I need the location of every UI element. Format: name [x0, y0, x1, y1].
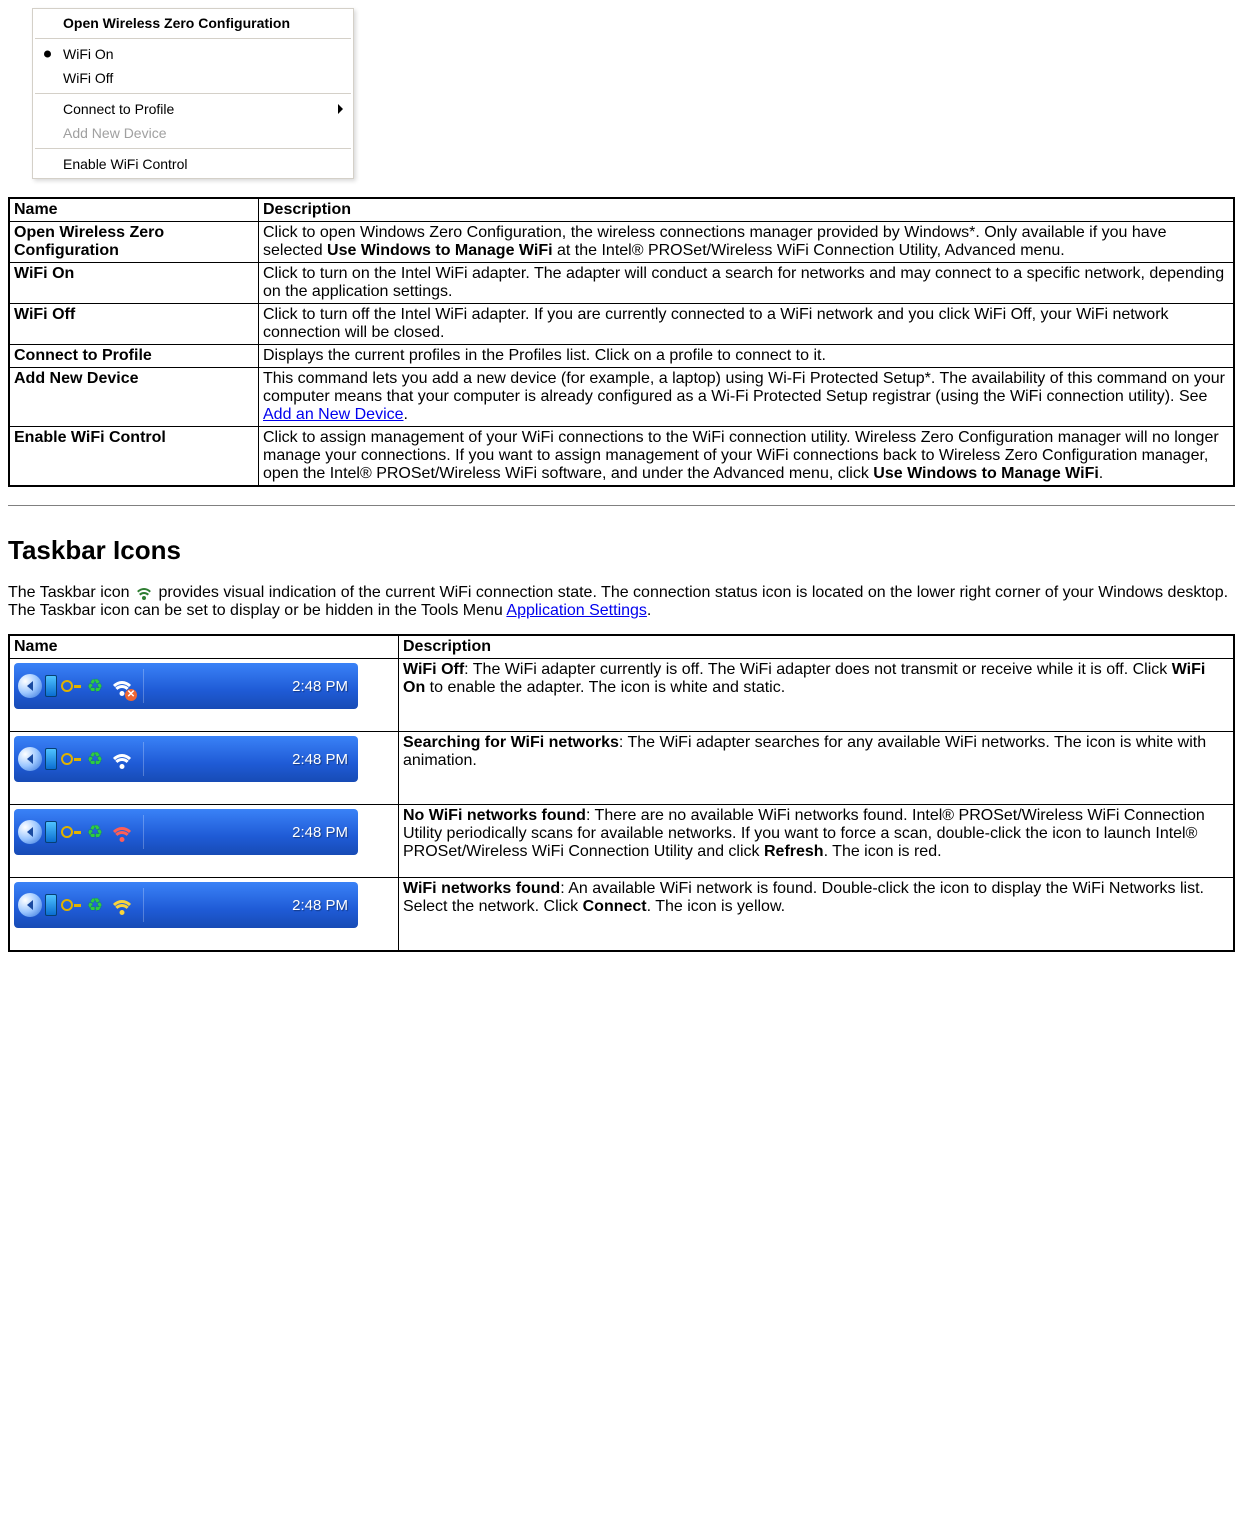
menu-item-wifi-off[interactable]: WiFi Off	[33, 66, 353, 90]
tray-recycle-icon[interactable]	[85, 676, 105, 696]
tray-recycle-icon[interactable]	[85, 749, 105, 769]
menu-item-wifi-on[interactable]: WiFi On	[33, 42, 353, 66]
menu-item-open-wzc[interactable]: Open Wireless Zero Configuration	[33, 11, 353, 35]
menu-separator	[35, 38, 351, 39]
tray-clock: 2:48 PM	[292, 678, 348, 695]
tray-device-icon[interactable]	[45, 675, 57, 697]
menu-separator	[35, 93, 351, 94]
tray-clock: 2:48 PM	[292, 897, 348, 914]
col-header-name: Name	[9, 635, 399, 659]
table-row: Connect to Profile Displays the current …	[9, 345, 1234, 368]
col-header-name: Name	[9, 198, 259, 222]
table-row: Open Wireless Zero Configuration Click t…	[9, 222, 1234, 263]
col-header-desc: Description	[399, 635, 1235, 659]
section-separator	[8, 505, 1235, 507]
add-device-link[interactable]: Add an New Device	[263, 406, 404, 423]
submenu-arrow-icon	[338, 104, 343, 114]
inline-wifi-icon	[134, 584, 154, 600]
tray-keys-icon[interactable]	[61, 822, 81, 842]
tray-device-icon[interactable]	[45, 821, 57, 843]
menu-item-enable-control[interactable]: Enable WiFi Control	[33, 152, 353, 176]
tray-expand-icon[interactable]	[18, 747, 42, 771]
tray-device-icon[interactable]	[45, 894, 57, 916]
tray-expand-icon[interactable]	[18, 820, 42, 844]
wifi-off-icon[interactable]	[110, 674, 134, 698]
application-settings-link[interactable]: Application Settings	[506, 602, 647, 619]
tray-recycle-icon[interactable]	[85, 822, 105, 842]
taskbar-icons-table: Name Description 2:48 PM WiFi Off: The W…	[8, 634, 1235, 952]
table-row: Enable WiFi Control Click to assign mana…	[9, 427, 1234, 487]
bullet-icon	[44, 51, 51, 58]
table-row: 2:48 PM Searching for WiFi networks: The…	[9, 732, 1234, 805]
context-menu: Open Wireless Zero Configuration WiFi On…	[32, 8, 354, 179]
table-row: 2:48 PM No WiFi networks found: There ar…	[9, 805, 1234, 878]
heading-taskbar-icons: Taskbar Icons	[8, 535, 1235, 566]
table-row: Add New Device This command lets you add…	[9, 368, 1234, 427]
menu-commands-table: Name Description Open Wireless Zero Conf…	[8, 197, 1235, 487]
table-row: 2:48 PM WiFi Off: The WiFi adapter curre…	[9, 659, 1234, 732]
menu-item-connect-profile[interactable]: Connect to Profile	[33, 97, 353, 121]
taskbar-intro-paragraph: The Taskbar icon provides visual indicat…	[8, 584, 1235, 620]
tray-device-icon[interactable]	[45, 748, 57, 770]
col-header-desc: Description	[259, 198, 1235, 222]
menu-separator	[35, 148, 351, 149]
system-tray: 2:48 PM	[14, 663, 358, 709]
table-row: WiFi On Click to turn on the Intel WiFi …	[9, 263, 1234, 304]
tray-keys-icon[interactable]	[61, 749, 81, 769]
tray-clock: 2:48 PM	[292, 751, 348, 768]
table-row: 2:48 PM WiFi networks found: An availabl…	[9, 878, 1234, 952]
wifi-searching-icon[interactable]	[110, 747, 134, 771]
system-tray: 2:48 PM	[14, 882, 358, 928]
system-tray: 2:48 PM	[14, 736, 358, 782]
tray-expand-icon[interactable]	[18, 893, 42, 917]
system-tray: 2:48 PM	[14, 809, 358, 855]
tray-recycle-icon[interactable]	[85, 895, 105, 915]
tray-expand-icon[interactable]	[18, 674, 42, 698]
table-row: WiFi Off Click to turn off the Intel WiF…	[9, 304, 1234, 345]
tray-keys-icon[interactable]	[61, 895, 81, 915]
tray-clock: 2:48 PM	[292, 824, 348, 841]
wifi-found-icon[interactable]	[110, 893, 134, 917]
wifi-none-icon[interactable]	[110, 820, 134, 844]
menu-item-add-device: Add New Device	[33, 121, 353, 145]
tray-keys-icon[interactable]	[61, 676, 81, 696]
